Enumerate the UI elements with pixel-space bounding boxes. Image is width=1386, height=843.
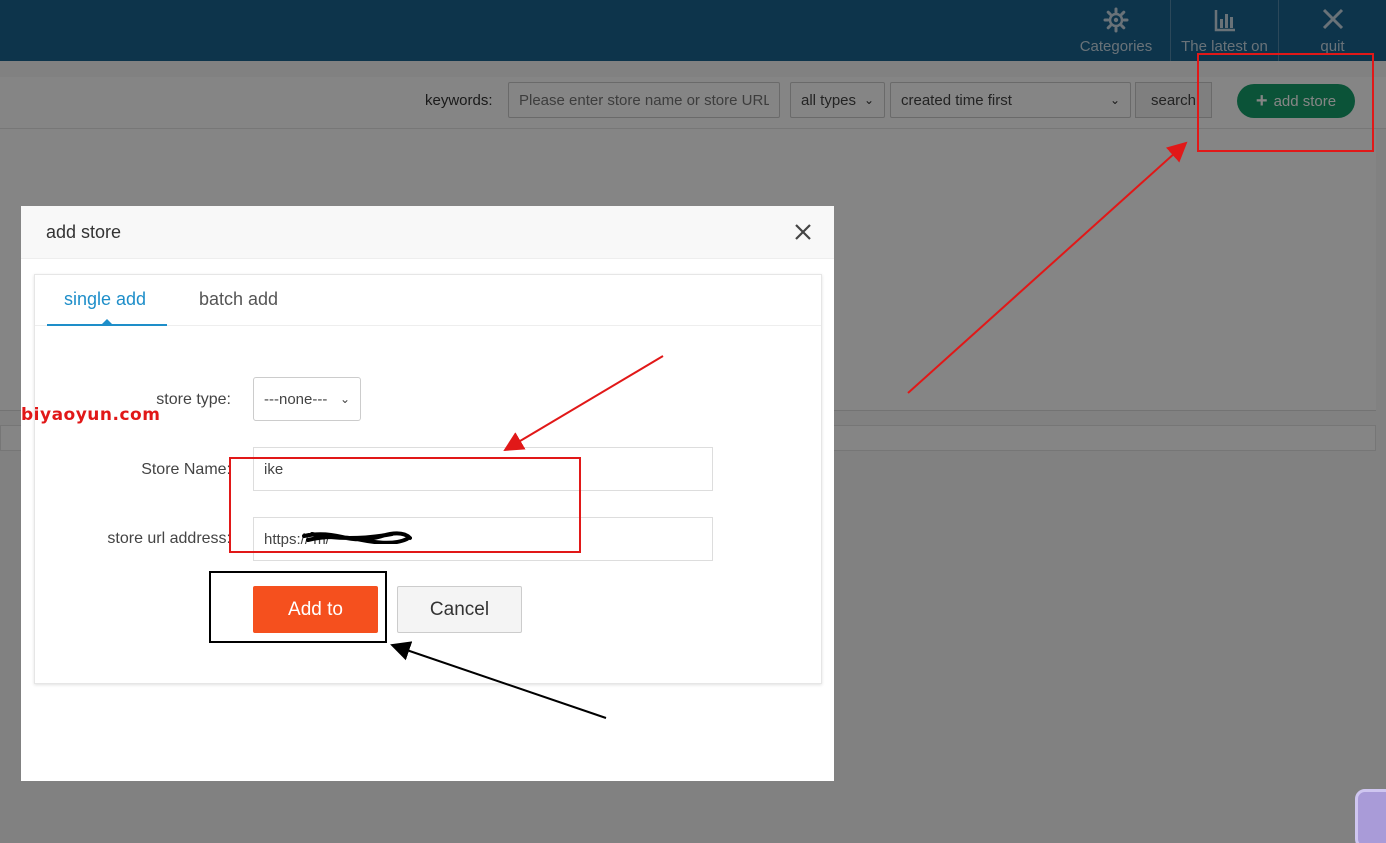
floating-widget[interactable] (1355, 789, 1386, 843)
add-to-button[interactable]: Add to (253, 586, 378, 633)
store-name-label: Store Name: (141, 461, 231, 478)
store-name-input[interactable]: ike (253, 447, 713, 491)
store-name-value: ike (264, 460, 284, 478)
store-type-value: ---none--- (264, 390, 328, 408)
dialog-header: add store (21, 206, 834, 259)
dialog-card: single add batch add store type: ---none… (34, 274, 822, 684)
tab-single-add[interactable]: single add (64, 289, 146, 310)
watermark-text: biyaoyun.com (21, 405, 161, 425)
dialog-tabs: single add batch add (35, 275, 821, 326)
active-tab-caret (101, 319, 113, 325)
chevron-down-icon: ⌄ (339, 392, 350, 406)
store-url-input[interactable]: https:// m/ (253, 517, 713, 561)
cancel-button[interactable]: Cancel (397, 586, 522, 633)
dialog-title: add store (46, 222, 122, 242)
store-url-label: store url address: (107, 530, 231, 547)
add-store-dialog: add store single add batch add store typ… (21, 206, 834, 781)
tab-batch-add[interactable]: batch add (199, 289, 278, 310)
redaction-scribble (302, 531, 412, 544)
close-icon[interactable] (792, 221, 814, 243)
store-type-select[interactable]: ---none--- ⌄ (253, 377, 361, 421)
